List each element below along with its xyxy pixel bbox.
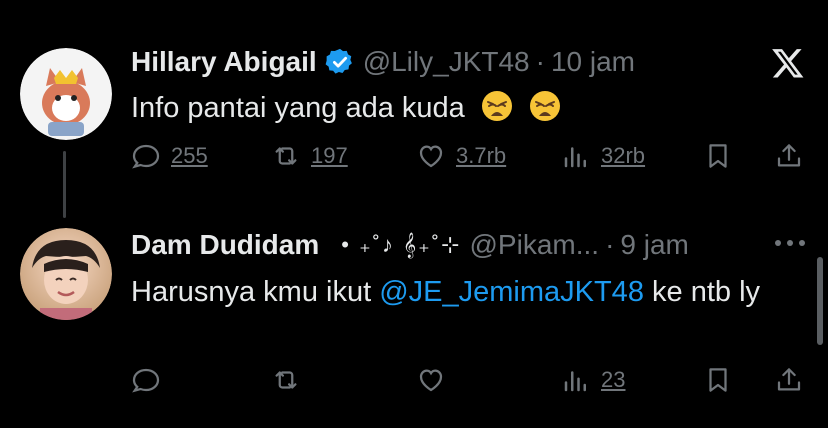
share-icon — [777, 368, 801, 391]
tweet-text-after: ke ntb ly — [643, 276, 761, 308]
display-name[interactable]: Dam Dudidam — [131, 229, 319, 261]
views-icon — [564, 147, 586, 168]
separator-dot: · — [605, 229, 615, 260]
verified-badge-icon — [325, 48, 352, 74]
timestamp[interactable]: 10 jam — [551, 46, 635, 78]
bookmark-button[interactable] — [703, 141, 733, 171]
display-name-decoration: • ₊˚♪ 𝄞₊˚⊹ — [341, 232, 462, 257]
timestamp[interactable]: 9 jam — [620, 229, 688, 261]
avatar-dam-dudidam[interactable] — [20, 228, 112, 320]
weary-face-emoji-icon — [481, 91, 512, 121]
tweet-original[interactable]: Hillary Abigail @Lily_JKT48 · 10 jam Inf… — [0, 0, 828, 218]
tweet-reply[interactable]: Dam Dudidam • ₊˚♪ 𝄞₊˚⊹ @Pikam... · 9 jam… — [0, 205, 828, 428]
share-icon — [777, 144, 801, 167]
share-button[interactable] — [774, 365, 804, 395]
x-logo-icon — [772, 49, 804, 78]
views-icon — [564, 371, 586, 392]
scrollbar[interactable] — [817, 257, 823, 345]
retweet-button[interactable]: 197 — [271, 141, 348, 171]
more-icon[interactable] — [774, 239, 806, 247]
reply-count: 255 — [171, 143, 208, 168]
share-button[interactable] — [774, 141, 804, 171]
reply-button[interactable]: 255 — [131, 141, 208, 171]
like-button[interactable]: 3.7rb — [416, 141, 506, 171]
avatar-hillary[interactable] — [20, 48, 112, 140]
retweet-count: 197 — [311, 143, 348, 168]
views-button[interactable]: 32rb — [561, 141, 645, 171]
handle[interactable]: @Lily_JKT48 — [363, 46, 530, 78]
mention-link[interactable]: @JE_JemimaJKT48 — [379, 276, 644, 308]
reply-icon — [132, 368, 160, 393]
tweet-text-content: Info pantai yang ada kuda — [131, 92, 465, 124]
bookmark-button[interactable] — [703, 365, 733, 395]
tweet-header: Dam Dudidam • ₊˚♪ 𝄞₊˚⊹ @Pikam... · 9 jam — [131, 229, 689, 261]
handle[interactable]: @Pikam... — [470, 229, 600, 261]
tweet-text: Info pantai yang ada kuda — [131, 88, 561, 128]
bookmark-icon — [709, 368, 727, 392]
like-count: 3.7rb — [456, 143, 507, 168]
views-count: 23 — [601, 367, 626, 392]
action-bar: 23 — [131, 365, 811, 405]
display-name[interactable]: Hillary Abigail — [131, 46, 317, 78]
views-count: 32rb — [601, 143, 646, 168]
tweet-header: Hillary Abigail @Lily_JKT48 · 10 jam — [131, 46, 635, 78]
like-icon — [419, 369, 443, 392]
reply-icon — [132, 144, 160, 169]
separator-dot: · — [535, 46, 545, 77]
tweet-text: Harusnya kmu ikut @JE_JemimaJKT48 ke ntb… — [131, 272, 771, 312]
retweet-icon — [275, 147, 297, 165]
reply-button[interactable] — [131, 365, 161, 395]
action-bar: 255 197 3.7rb 32rb — [131, 141, 811, 181]
views-button[interactable]: 23 — [561, 365, 625, 395]
bookmark-icon — [709, 144, 727, 168]
retweet-button[interactable] — [271, 365, 301, 395]
like-button[interactable] — [416, 365, 446, 395]
weary-face-emoji-icon — [529, 91, 560, 121]
like-icon — [419, 145, 443, 168]
tweet-text-before: Harusnya kmu ikut — [131, 276, 380, 308]
retweet-icon — [275, 371, 297, 389]
